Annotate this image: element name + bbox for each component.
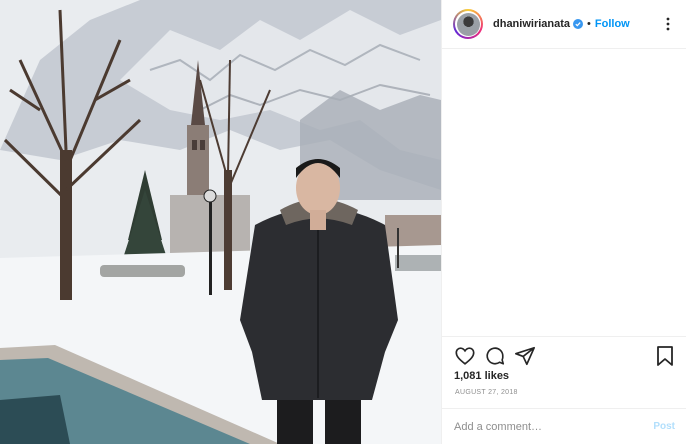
comment-bar: Post [442,408,686,444]
heart-icon[interactable] [454,345,476,367]
post-sidebar: dhaniwirianata • Follow 1,081 likes AUGU… [441,0,686,444]
action-bar [442,336,686,374]
username-link[interactable]: dhaniwirianata [493,18,570,30]
avatar[interactable] [453,9,483,39]
comment-input[interactable] [454,420,654,433]
likes-count[interactable]: 1,081 likes [454,370,509,382]
verified-badge-icon [573,19,584,29]
snowy-park-scene [0,0,441,444]
header-separator: • [587,18,591,30]
post-comment-button[interactable]: Post [653,421,675,432]
comment-icon[interactable] [484,345,506,367]
share-icon[interactable] [514,345,536,367]
follow-button[interactable]: Follow [595,18,630,30]
post-header: dhaniwirianata • Follow [442,0,686,49]
avatar-ring [455,11,481,37]
more-options-icon[interactable] [661,17,675,31]
avatar-image [456,12,480,36]
bookmark-icon[interactable] [655,345,675,367]
post-date: AUGUST 27, 2018 [455,389,518,396]
post-photo[interactable] [0,0,441,444]
